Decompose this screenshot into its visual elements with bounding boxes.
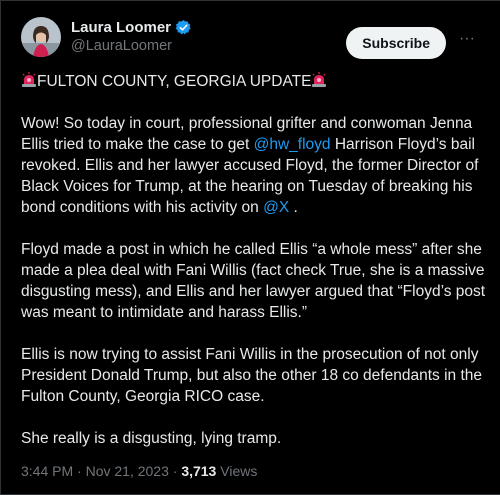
tweet-card: Laura Loomer @LauraLoomer Subscribe ··· bbox=[0, 0, 500, 495]
headline: FULTON COUNTY, GEORGIA UPDATE bbox=[21, 71, 487, 92]
views-label: Views bbox=[216, 463, 258, 479]
mention-link[interactable]: @X bbox=[263, 199, 289, 216]
p1-text-c: . bbox=[289, 199, 298, 216]
mention-link[interactable]: @hw_floyd bbox=[254, 136, 331, 153]
more-icon[interactable]: ··· bbox=[456, 31, 478, 53]
views-count: 3,713 bbox=[181, 463, 217, 479]
verified-badge-icon[interactable] bbox=[175, 19, 192, 36]
timestamp[interactable]: 3:44 PM · Nov 21, 2023 · bbox=[21, 463, 181, 479]
avatar[interactable] bbox=[21, 17, 61, 57]
subscribe-button[interactable]: Subscribe bbox=[346, 27, 446, 59]
paragraph-1: Wow! So today in court, professional gri… bbox=[21, 113, 487, 218]
paragraph-3: Ellis is now trying to assist Fani Willi… bbox=[21, 346, 482, 405]
author-handle[interactable]: @LauraLoomer bbox=[71, 38, 192, 54]
headline-text: FULTON COUNTY, GEORGIA UPDATE bbox=[37, 73, 312, 90]
tweet-header: Laura Loomer @LauraLoomer Subscribe ··· bbox=[21, 17, 486, 65]
paragraph-2: Floyd made a post in which he called Ell… bbox=[21, 241, 486, 321]
tweet-meta: 3:44 PM · Nov 21, 2023 · 3,713 Views bbox=[21, 463, 257, 479]
author-name[interactable]: Laura Loomer bbox=[71, 19, 171, 36]
author-names: Laura Loomer @LauraLoomer bbox=[71, 19, 192, 54]
paragraph-4: She really is a disgusting, lying tramp. bbox=[21, 430, 282, 447]
siren-icon bbox=[311, 72, 327, 88]
tweet-text: FULTON COUNTY, GEORGIA UPDATE Wow! So to… bbox=[21, 71, 487, 470]
siren-icon bbox=[21, 72, 37, 88]
